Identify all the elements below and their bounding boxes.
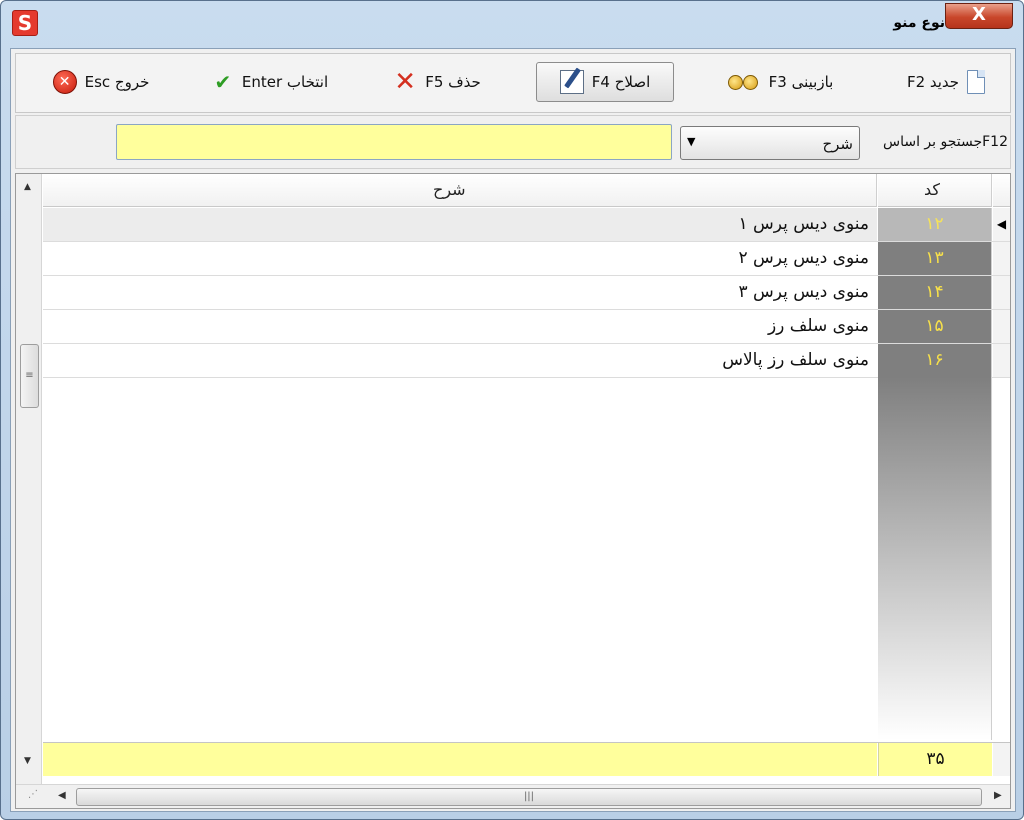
close-button[interactable]: X bbox=[945, 3, 1013, 29]
total-code-cell: ۳۵ bbox=[878, 743, 992, 776]
cell-description: منوی دیس پرس ۳ bbox=[738, 282, 869, 302]
delete-button[interactable]: حذف F5 ✕ bbox=[382, 62, 492, 102]
select-button[interactable]: انتخاب Enter ✔ bbox=[202, 62, 338, 102]
row-pointer-icon: ◀ bbox=[993, 208, 1010, 241]
column-header-code[interactable]: کد bbox=[878, 174, 992, 207]
window-title: نوع منو bbox=[893, 15, 945, 31]
cell-code: ۱۴ bbox=[878, 276, 992, 309]
edit-button-label: اصلاح F4 bbox=[591, 73, 651, 91]
row-indicator bbox=[993, 344, 1010, 377]
table-row[interactable]: منوی سلف رز پالاس ۱۶ bbox=[43, 344, 1010, 378]
checkmark-icon: ✔ bbox=[214, 70, 232, 94]
new-document-icon bbox=[967, 70, 986, 94]
scroll-down-arrow-icon[interactable]: ▼ bbox=[24, 756, 31, 766]
app-logo-icon[interactable]: S bbox=[12, 10, 38, 36]
search-bar: F12جستجو بر اساس شرح ▼ bbox=[15, 115, 1011, 169]
table-row[interactable]: منوی دیس پرس ۲ ۱۳ bbox=[43, 242, 1010, 276]
table-row[interactable]: منوی دیس پرس ۱ ۱۲ ◀ bbox=[43, 208, 1010, 242]
cell-description: منوی سلف رز پالاس bbox=[722, 350, 869, 370]
column-header-description[interactable]: شرح bbox=[43, 174, 877, 207]
exit-button-label: خروج Esc bbox=[84, 73, 150, 91]
grid-body: شرح کد منوی دیس پرس ۱ ۱۲ ◀ منوی دیس پرس … bbox=[43, 174, 1010, 786]
search-field-value: شرح bbox=[822, 135, 853, 153]
scroll-right-arrow-icon[interactable]: ▶ bbox=[994, 790, 1002, 801]
new-button-label: جدید F2 bbox=[906, 73, 960, 91]
search-label: F12جستجو بر اساس bbox=[882, 134, 1008, 150]
data-grid: ▲ ≡ ▼ شرح کد منوی دیس پرس ۱ ۱۲ ◀ منوی دی… bbox=[15, 173, 1011, 809]
cell-code: ۱۲ bbox=[878, 208, 992, 241]
cell-code: ۱۳ bbox=[878, 242, 992, 275]
select-button-label: انتخاب Enter bbox=[241, 73, 329, 91]
total-description-cell bbox=[43, 743, 877, 776]
exit-button[interactable]: خروج Esc ✕ bbox=[46, 62, 156, 102]
horizontal-scrollbar[interactable]: ⋰ ◀ ||| ▶ bbox=[16, 784, 1010, 808]
cell-description: منوی دیس پرس ۲ bbox=[738, 248, 869, 268]
search-input[interactable] bbox=[116, 124, 672, 160]
row-indicator bbox=[993, 276, 1010, 309]
row-indicator bbox=[993, 310, 1010, 343]
binoculars-icon bbox=[727, 71, 761, 93]
dropdown-arrow-icon: ▼ bbox=[687, 135, 696, 148]
cell-code: ۱۵ bbox=[878, 310, 992, 343]
vertical-scrollbar[interactable]: ▲ ≡ ▼ bbox=[16, 174, 42, 786]
delete-button-label: حذف F5 bbox=[425, 73, 481, 91]
horizontal-scroll-thumb[interactable]: ||| bbox=[76, 788, 982, 806]
resize-grip-icon[interactable]: ⋰ bbox=[28, 789, 38, 800]
new-button[interactable]: جدید F2 bbox=[888, 62, 1004, 102]
main-window: S نوع منو X جدید F2 بازبینی F3 اصلاح F4 … bbox=[0, 0, 1024, 820]
toolbar: جدید F2 بازبینی F3 اصلاح F4 حذف F5 ✕ انت… bbox=[15, 53, 1011, 113]
view-button-label: بازبینی F3 bbox=[768, 73, 834, 91]
vertical-scroll-thumb[interactable]: ≡ bbox=[20, 344, 39, 408]
edit-pencil-icon bbox=[559, 70, 584, 94]
code-column-fill bbox=[878, 377, 992, 740]
cell-code: ۱۶ bbox=[878, 344, 992, 377]
row-indicator bbox=[993, 242, 1010, 275]
cell-description: منوی سلف رز bbox=[767, 316, 869, 336]
table-row[interactable]: منوی سلف رز ۱۵ bbox=[43, 310, 1010, 344]
view-button[interactable]: بازبینی F3 bbox=[710, 62, 850, 102]
column-header-code-label: کد bbox=[924, 180, 941, 199]
delete-x-icon: ✕ bbox=[394, 67, 417, 97]
client-area: جدید F2 بازبینی F3 اصلاح F4 حذف F5 ✕ انت… bbox=[10, 48, 1016, 812]
table-row[interactable]: منوی دیس پرس ۳ ۱۴ bbox=[43, 276, 1010, 310]
cell-description: منوی دیس پرس ۱ bbox=[43, 208, 877, 241]
scroll-left-arrow-icon[interactable]: ◀ bbox=[58, 790, 66, 801]
title-bar[interactable]: S نوع منو X bbox=[1, 1, 1023, 47]
column-header-description-label: شرح bbox=[433, 180, 466, 199]
exit-circle-icon: ✕ bbox=[52, 70, 77, 94]
header-indicator-cell bbox=[993, 174, 1010, 207]
scroll-up-arrow-icon[interactable]: ▲ bbox=[24, 182, 31, 192]
edit-button[interactable]: اصلاح F4 bbox=[536, 62, 674, 102]
total-row: ۳۵ bbox=[43, 742, 1010, 776]
search-field-dropdown[interactable]: شرح ▼ bbox=[680, 126, 860, 160]
total-indicator-cell bbox=[993, 743, 1010, 776]
